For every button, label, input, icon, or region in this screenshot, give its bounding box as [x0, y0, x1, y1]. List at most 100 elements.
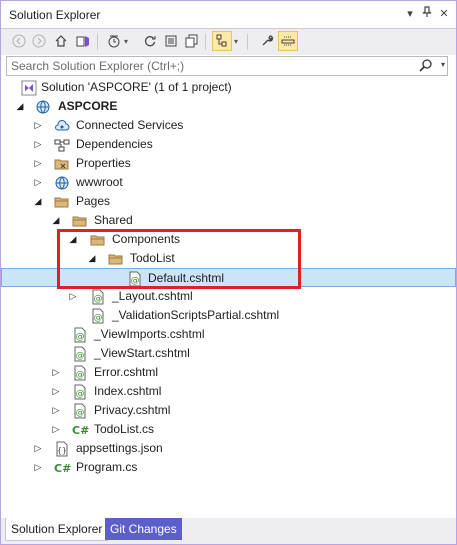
home-icon[interactable] — [51, 31, 71, 51]
filter-dropdown-icon[interactable]: ▾ — [124, 33, 132, 49]
collapsed-arrow-icon[interactable]: ▷ — [68, 291, 78, 301]
tree-item-label: Dependencies — [76, 137, 153, 151]
tree-item-label: Privacy.cshtml — [94, 403, 171, 417]
folder-icon — [90, 232, 106, 248]
tree-item-label: _ViewImports.cshtml — [94, 327, 205, 341]
tab-git-changes[interactable]: Git Changes — [105, 518, 182, 540]
tree-item-index-cshtml[interactable]: ▷ @ Index.cshtml — [1, 382, 456, 401]
tree-item-pages[interactable]: ◢ Pages — [1, 192, 456, 211]
tree-item-label: _Layout.cshtml — [112, 289, 193, 303]
search-icon[interactable] — [419, 58, 433, 74]
collapsed-arrow-icon[interactable]: ▷ — [51, 386, 61, 396]
bottom-tab-strip: Solution Explorer Git Changes — [1, 518, 456, 544]
tree-item-label: Connected Services — [76, 118, 184, 132]
search-box[interactable]: Search Solution Explorer (Ctrl+;) ▾ — [6, 56, 448, 76]
razor-file-icon: @ — [90, 289, 106, 305]
tree-item-connected-services[interactable]: ▷ Connected Services — [1, 116, 456, 135]
tree-item-components[interactable]: ◢ Components — [1, 230, 456, 249]
collapsed-arrow-icon[interactable]: ▷ — [33, 177, 43, 187]
svg-text:@: @ — [94, 294, 103, 304]
properties-folder-icon — [54, 156, 70, 172]
sync-icon[interactable] — [140, 31, 160, 51]
folder-icon — [108, 251, 124, 267]
tree-item-viewstart-cshtml[interactable]: @ _ViewStart.cshtml — [1, 344, 456, 363]
tree-item-todolist-folder[interactable]: ◢ TodoList — [1, 249, 456, 268]
properties-view-icon[interactable] — [212, 31, 232, 51]
tree-item-properties[interactable]: ▷ Properties — [1, 154, 456, 173]
svg-text:C#: C# — [54, 462, 71, 475]
preview-selected-items-icon[interactable] — [278, 31, 298, 51]
switch-views-icon[interactable] — [73, 31, 93, 51]
razor-file-icon: @ — [72, 346, 88, 362]
svg-text:C#: C# — [72, 424, 89, 437]
tree-item-project[interactable]: ◢ ASPCORE — [1, 97, 456, 116]
expanded-arrow-icon[interactable]: ◢ — [33, 196, 43, 206]
svg-text:{}: {} — [57, 446, 67, 455]
collapsed-arrow-icon[interactable]: ▷ — [51, 405, 61, 415]
folder-icon — [72, 213, 88, 229]
window-title: Solution Explorer — [9, 8, 101, 22]
show-all-files-icon[interactable] — [182, 31, 202, 51]
tree-item-solution[interactable]: Solution 'ASPCORE' (1 of 1 project) — [1, 78, 456, 97]
tree-item-shared[interactable]: ◢ Shared — [1, 211, 456, 230]
tree-item-label: Index.cshtml — [94, 384, 162, 398]
tab-solution-explorer[interactable]: Solution Explorer — [5, 518, 109, 541]
razor-file-icon: @ — [127, 271, 143, 287]
collapsed-arrow-icon[interactable]: ▷ — [33, 120, 43, 130]
expanded-arrow-icon[interactable]: ◢ — [15, 101, 25, 111]
expanded-arrow-icon[interactable]: ◢ — [68, 234, 78, 244]
tree-item-label: Components — [112, 232, 181, 246]
tree-item-label: Program.cs — [76, 460, 138, 474]
tree-item-validation-scripts-partial[interactable]: @ _ValidationScriptsPartial.cshtml — [1, 306, 456, 325]
tree-item-label: Error.cshtml — [94, 365, 159, 379]
properties-wrench-icon[interactable] — [257, 31, 277, 51]
svg-text:@: @ — [76, 389, 85, 399]
collapsed-arrow-icon[interactable]: ▷ — [33, 158, 43, 168]
solution-icon — [21, 80, 37, 96]
tree-item-error-cshtml[interactable]: ▷ @ Error.cshtml — [1, 363, 456, 382]
tree-item-label: Default.cshtml — [148, 271, 225, 285]
collapsed-arrow-icon[interactable]: ▷ — [33, 462, 43, 472]
window-options-dropdown-icon[interactable]: ▾ — [403, 6, 417, 22]
svg-text:@: @ — [76, 332, 85, 342]
tree-item-label: TodoList.cs — [94, 422, 155, 436]
tree-item-label: Shared — [94, 213, 133, 227]
connected-services-icon — [54, 118, 70, 134]
dependencies-icon — [54, 137, 70, 153]
tree-item-wwwroot[interactable]: ▷ wwwroot — [1, 173, 456, 192]
tree-item-appsettings-json[interactable]: ▷ {} appsettings.json — [1, 439, 456, 458]
tree-item-todolist-cs[interactable]: ▷ C# TodoList.cs — [1, 420, 456, 439]
collapsed-arrow-icon[interactable]: ▷ — [33, 443, 43, 453]
collapsed-arrow-icon[interactable]: ▷ — [33, 139, 43, 149]
tree-item-layout-cshtml[interactable]: ▷ @ _Layout.cshtml — [1, 287, 456, 306]
close-icon[interactable]: ✕ — [437, 6, 451, 22]
title-bar: Solution Explorer ▾ ✕ — [1, 1, 456, 28]
folder-icon — [54, 194, 70, 210]
forward-icon[interactable] — [29, 31, 49, 51]
collapsed-arrow-icon[interactable]: ▷ — [51, 367, 61, 377]
tree-item-default-cshtml[interactable]: @ Default.cshtml — [1, 268, 456, 287]
search-options-dropdown-icon[interactable]: ▾ — [441, 60, 445, 69]
pin-icon[interactable] — [420, 6, 434, 22]
tree-item-dependencies[interactable]: ▷ Dependencies — [1, 135, 456, 154]
globe-icon — [54, 175, 70, 191]
view-dropdown-icon[interactable]: ▾ — [234, 33, 242, 49]
tree-item-label: Solution 'ASPCORE' (1 of 1 project) — [41, 80, 232, 94]
razor-file-icon: @ — [72, 384, 88, 400]
svg-text:@: @ — [76, 351, 85, 361]
tree-item-label: wwwroot — [76, 175, 123, 189]
collapse-all-icon[interactable] — [161, 31, 181, 51]
pending-changes-filter-icon[interactable] — [104, 31, 124, 51]
razor-file-icon: @ — [72, 365, 88, 381]
tree-item-privacy-cshtml[interactable]: ▷ @ Privacy.cshtml — [1, 401, 456, 420]
expanded-arrow-icon[interactable]: ◢ — [51, 215, 61, 225]
tree-item-viewimports-cshtml[interactable]: @ _ViewImports.cshtml — [1, 325, 456, 344]
expanded-arrow-icon[interactable]: ◢ — [87, 253, 97, 263]
razor-file-icon: @ — [72, 327, 88, 343]
tree-item-label: _ViewStart.cshtml — [94, 346, 190, 360]
search-input[interactable]: Search Solution Explorer (Ctrl+;) — [11, 59, 184, 73]
tree-item-label: Properties — [76, 156, 131, 170]
back-icon[interactable] — [9, 31, 29, 51]
tree-item-program-cs[interactable]: ▷ C# Program.cs — [1, 458, 456, 477]
collapsed-arrow-icon[interactable]: ▷ — [51, 424, 61, 434]
